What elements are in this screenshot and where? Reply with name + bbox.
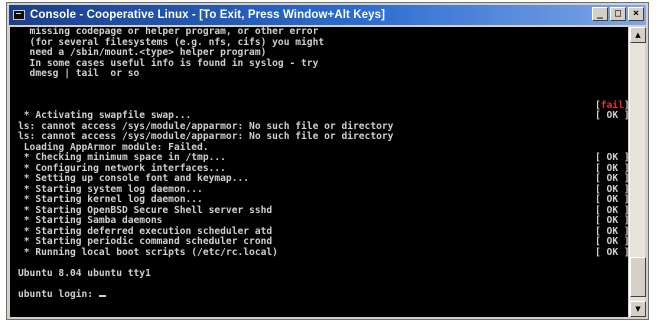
terminal-line-text: * Starting Samba daemons xyxy=(18,215,163,226)
status-bracket: ] xyxy=(624,100,628,111)
window-controls: _ □ × xyxy=(592,7,644,21)
terminal-line: * Activating swapfile swap... [ OK ] xyxy=(10,110,628,122)
status-ok: [ OK ] xyxy=(595,215,628,226)
scroll-up-icon[interactable]: ▲ xyxy=(630,27,646,43)
terminal-line: * Running local boot scripts (/etc/rc.lo… xyxy=(10,246,628,259)
terminal-line-text: * Starting periodic command scheduler cr… xyxy=(18,236,273,247)
terminal-line: ls: cannot access /sys/module/apparmor: … xyxy=(10,131,628,143)
terminal-line-text: * Starting kernel log daemon... xyxy=(18,194,203,205)
terminal-line-text: * Setting up console font and keymap... xyxy=(18,173,250,184)
close-button[interactable]: × xyxy=(628,7,644,21)
status-ok: [ OK ] xyxy=(595,236,628,247)
title-bar[interactable]: Console - Cooperative Linux - [To Exit, … xyxy=(9,5,646,25)
terminal-line: Ubuntu 8.04 ubuntu tty1 xyxy=(10,267,628,280)
terminal-line-text: * Activating swapfile swap... xyxy=(18,110,192,121)
terminal-line: * Starting Samba daemons [ OK ] xyxy=(10,215,628,227)
scroll-down-icon[interactable]: ▼ xyxy=(630,301,646,317)
console-icon xyxy=(13,10,25,20)
status-fail-word: fail xyxy=(600,99,624,111)
terminal-line-text: need a /sbin/mount.<type> helper program… xyxy=(18,47,267,58)
terminal-line: * Starting periodic command scheduler cr… xyxy=(10,236,628,248)
status-ok: [ OK ] xyxy=(595,110,628,121)
terminal-line: missing codepage or helper program, or o… xyxy=(10,27,628,38)
scroll-thumb[interactable] xyxy=(630,257,646,297)
console-window: Console - Cooperative Linux - [To Exit, … xyxy=(6,2,649,320)
terminal-line-text: Ubuntu 8.04 ubuntu tty1 xyxy=(18,267,151,279)
status-ok: [ OK ] xyxy=(595,173,628,184)
minimize-button[interactable]: _ xyxy=(592,7,608,21)
terminal-line-text: ubuntu login: xyxy=(18,288,99,300)
terminal-line-text: ls: cannot access /sys/module/apparmor: … xyxy=(18,131,394,142)
terminal-line: need a /sbin/mount.<type> helper program… xyxy=(10,47,628,59)
terminal-line: dmesg | tail or so xyxy=(10,68,628,80)
status-ok: [ OK ] xyxy=(595,152,628,163)
text-cursor xyxy=(98,294,106,297)
status-ok: [ OK ] xyxy=(595,194,628,205)
terminal-line-text: * Checking minimum space in /tmp... xyxy=(18,152,226,163)
terminal-line: * Setting up console font and keymap... [… xyxy=(10,173,628,185)
window-title: Console - Cooperative Linux - [To Exit, … xyxy=(30,9,386,21)
status-ok: [ OK ] xyxy=(595,246,628,258)
terminal-line: * Checking minimum space in /tmp... [ OK … xyxy=(10,152,628,164)
maximize-button[interactable]: □ xyxy=(610,7,626,21)
terminal-line-text: dmesg | tail or so xyxy=(18,68,140,79)
terminal-line-text: * Running local boot scripts (/etc/rc.lo… xyxy=(18,246,278,258)
terminal-output[interactable]: missing codepage or helper program, or o… xyxy=(10,27,628,317)
terminal-line-text: missing codepage or helper program, or o… xyxy=(18,27,319,37)
vertical-scrollbar[interactable]: ▲ ▼ xyxy=(629,27,646,317)
terminal-line: ubuntu login: xyxy=(10,288,628,301)
terminal-line: * Starting kernel log daemon... [ OK ] xyxy=(10,194,628,206)
